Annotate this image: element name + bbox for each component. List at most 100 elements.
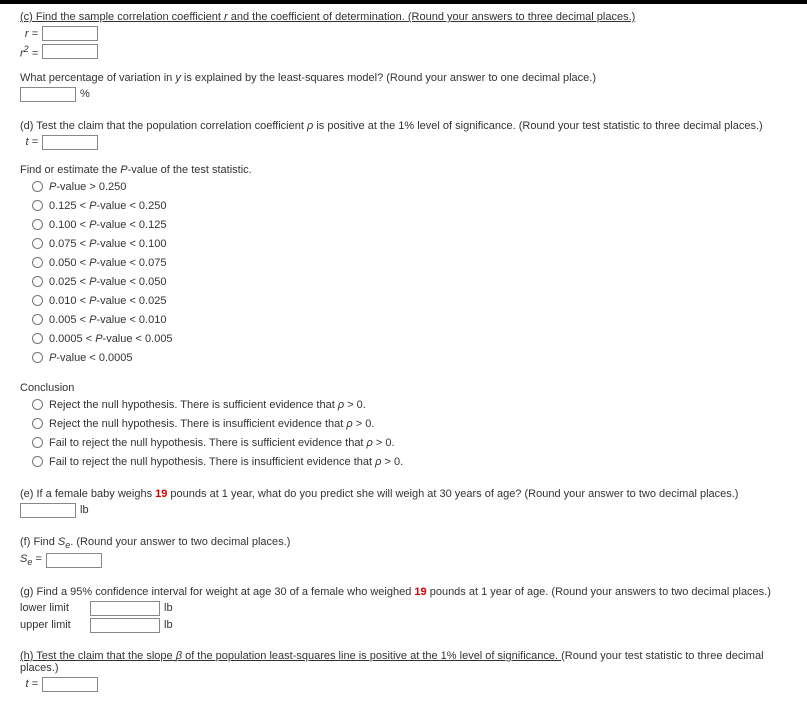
pvalue-option[interactable]: 0.0005 < P-value < 0.005 bbox=[32, 331, 787, 347]
radio-pv-9[interactable] bbox=[32, 352, 43, 363]
g-suffix: pounds at 1 year of age. (Round your ans… bbox=[427, 586, 771, 598]
input-upper-limit[interactable] bbox=[90, 618, 160, 633]
r-input-row: r = bbox=[20, 26, 787, 41]
conclusion-option[interactable]: Reject the null hypothesis. There is ins… bbox=[32, 416, 787, 432]
question-d-prompt: (d) Test the claim that the population c… bbox=[20, 120, 787, 132]
pvalue-option[interactable]: P-value > 0.250 bbox=[32, 179, 787, 195]
h-t-row: t = bbox=[20, 677, 787, 692]
conclusion-option-label: Reject the null hypothesis. There is suf… bbox=[49, 397, 366, 413]
radio-pv-7[interactable] bbox=[32, 314, 43, 325]
r2-input-row: r2 = bbox=[20, 44, 787, 60]
pvalue-option[interactable]: 0.005 < P-value < 0.010 bbox=[32, 312, 787, 328]
pvalue-option-label: 0.125 < P-value < 0.250 bbox=[49, 198, 166, 214]
radio-pv-5[interactable] bbox=[32, 276, 43, 287]
d-suffix: is positive at the 1% level of significa… bbox=[313, 120, 762, 132]
pvalue-option-label: 0.005 < P-value < 0.010 bbox=[49, 312, 166, 328]
question-h: (h) Test the claim that the slope β of t… bbox=[0, 643, 807, 703]
pval-h-prefix: Find or estimate the bbox=[20, 164, 120, 176]
question-d: (d) Test the claim that the population c… bbox=[0, 113, 807, 481]
question-f-prompt: (f) Find Se. (Round your answer to two d… bbox=[20, 536, 787, 550]
pvalue-option[interactable]: P-value < 0.0005 bbox=[32, 350, 787, 366]
label-r2: r2 = bbox=[20, 44, 38, 60]
label-r2-eq: = bbox=[29, 48, 38, 60]
question-h-prompt: (h) Test the claim that the slope β of t… bbox=[20, 650, 787, 674]
radio-pv-2[interactable] bbox=[32, 219, 43, 230]
input-e-weight[interactable] bbox=[20, 503, 76, 518]
question-f: (f) Find Se. (Round your answer to two d… bbox=[0, 529, 807, 579]
radio-pv-3[interactable] bbox=[32, 238, 43, 249]
pvalue-option[interactable]: 0.075 < P-value < 0.100 bbox=[32, 236, 787, 252]
radio-pv-8[interactable] bbox=[32, 333, 43, 344]
radio-pv-6[interactable] bbox=[32, 295, 43, 306]
se-input-row: Se = bbox=[20, 553, 787, 568]
pvalue-options: P-value > 0.250 0.125 < P-value < 0.250 … bbox=[32, 179, 787, 366]
pvalue-option-label: 0.025 < P-value < 0.050 bbox=[49, 274, 166, 290]
pvalue-option[interactable]: 0.100 < P-value < 0.125 bbox=[32, 217, 787, 233]
h-line-part: of the population least-squares line is … bbox=[182, 650, 558, 662]
e-unit: lb bbox=[80, 504, 89, 516]
radio-cc-2[interactable] bbox=[32, 437, 43, 448]
conclusion-option[interactable]: Fail to reject the null hypothesis. Ther… bbox=[32, 454, 787, 470]
f-prefix: (f) Find bbox=[20, 536, 58, 548]
conclusion-option-label: Fail to reject the null hypothesis. Ther… bbox=[49, 435, 395, 451]
e-suffix: pounds at 1 year, what do you predict sh… bbox=[167, 488, 738, 500]
pvalue-option[interactable]: 0.010 < P-value < 0.025 bbox=[32, 293, 787, 309]
lower-limit-row: lower limit lb bbox=[20, 601, 787, 616]
radio-pv-0[interactable] bbox=[32, 181, 43, 192]
variation-prompt: What percentage of variation in y is exp… bbox=[20, 72, 787, 84]
label-se: Se = bbox=[20, 553, 42, 567]
input-t-h[interactable] bbox=[42, 677, 98, 692]
question-g: (g) Find a 95% confidence interval for w… bbox=[0, 579, 807, 643]
question-e-prompt: (e) If a female baby weighs 19 pounds at… bbox=[20, 488, 787, 500]
radio-cc-0[interactable] bbox=[32, 399, 43, 410]
pvalue-option[interactable]: 0.050 < P-value < 0.075 bbox=[32, 255, 787, 271]
pvalue-option-label: 0.075 < P-value < 0.100 bbox=[49, 236, 166, 252]
label-r: r = bbox=[20, 28, 38, 40]
radio-pv-1[interactable] bbox=[32, 200, 43, 211]
conclusion-option-label: Reject the null hypothesis. There is ins… bbox=[49, 416, 374, 432]
label-t: t = bbox=[20, 136, 38, 148]
variation-suffix: is explained by the least-squares model?… bbox=[181, 72, 596, 84]
g-weight: 19 bbox=[414, 586, 426, 598]
pvalue-option-label: P-value < 0.0005 bbox=[49, 350, 132, 366]
question-c-prompt: (c) Find the sample correlation coeffici… bbox=[20, 11, 787, 23]
input-percent[interactable] bbox=[20, 87, 76, 102]
radio-cc-3[interactable] bbox=[32, 456, 43, 467]
input-r[interactable] bbox=[42, 26, 98, 41]
radio-pv-4[interactable] bbox=[32, 257, 43, 268]
conclusion-options: Reject the null hypothesis. There is suf… bbox=[32, 397, 787, 470]
e-input-row: lb bbox=[20, 503, 787, 518]
question-c-text1: Find the sample correlation coefficient bbox=[36, 11, 224, 23]
radio-cc-1[interactable] bbox=[32, 418, 43, 429]
lower-unit: lb bbox=[164, 602, 173, 614]
question-c-text2: and the coefficient of determination. (R… bbox=[228, 11, 636, 23]
pvalue-option-label: 0.100 < P-value < 0.125 bbox=[49, 217, 166, 233]
se-eq: = bbox=[32, 553, 41, 565]
h-underlined: (h) Test the claim that the slope β of t… bbox=[20, 650, 561, 662]
question-c: (c) Find the sample correlation coeffici… bbox=[0, 4, 807, 113]
pvalue-option[interactable]: 0.125 < P-value < 0.250 bbox=[32, 198, 787, 214]
f-suffix: . (Round your answer to two decimal plac… bbox=[70, 536, 290, 548]
pval-h-suffix: -value of the test statistic. bbox=[128, 164, 252, 176]
label-upper: upper limit bbox=[20, 619, 90, 631]
t-input-row: t = bbox=[20, 135, 787, 150]
input-se[interactable] bbox=[46, 553, 102, 568]
input-lower-limit[interactable] bbox=[90, 601, 160, 616]
d-prefix: (d) Test the claim that the population c… bbox=[20, 120, 307, 132]
input-r2[interactable] bbox=[42, 44, 98, 59]
e-prefix: (e) If a female baby weighs bbox=[20, 488, 155, 500]
conclusion-option[interactable]: Fail to reject the null hypothesis. Ther… bbox=[32, 435, 787, 451]
question-c-prefix: (c) bbox=[20, 11, 36, 23]
h-prefix: (h) Test the claim that the slope bbox=[20, 650, 176, 662]
pvalue-option[interactable]: 0.025 < P-value < 0.050 bbox=[32, 274, 787, 290]
label-lower: lower limit bbox=[20, 602, 90, 614]
percent-row: % bbox=[20, 87, 787, 102]
question-e: (e) If a female baby weighs 19 pounds at… bbox=[0, 481, 807, 529]
pval-P: P bbox=[120, 164, 127, 176]
pvalue-heading: Find or estimate the P-value of the test… bbox=[20, 164, 787, 176]
pvalue-option-label: P-value > 0.250 bbox=[49, 179, 126, 195]
input-t[interactable] bbox=[42, 135, 98, 150]
conclusion-option[interactable]: Reject the null hypothesis. There is suf… bbox=[32, 397, 787, 413]
label-t-h: t = bbox=[20, 678, 38, 690]
conclusion-heading: Conclusion bbox=[20, 382, 787, 394]
